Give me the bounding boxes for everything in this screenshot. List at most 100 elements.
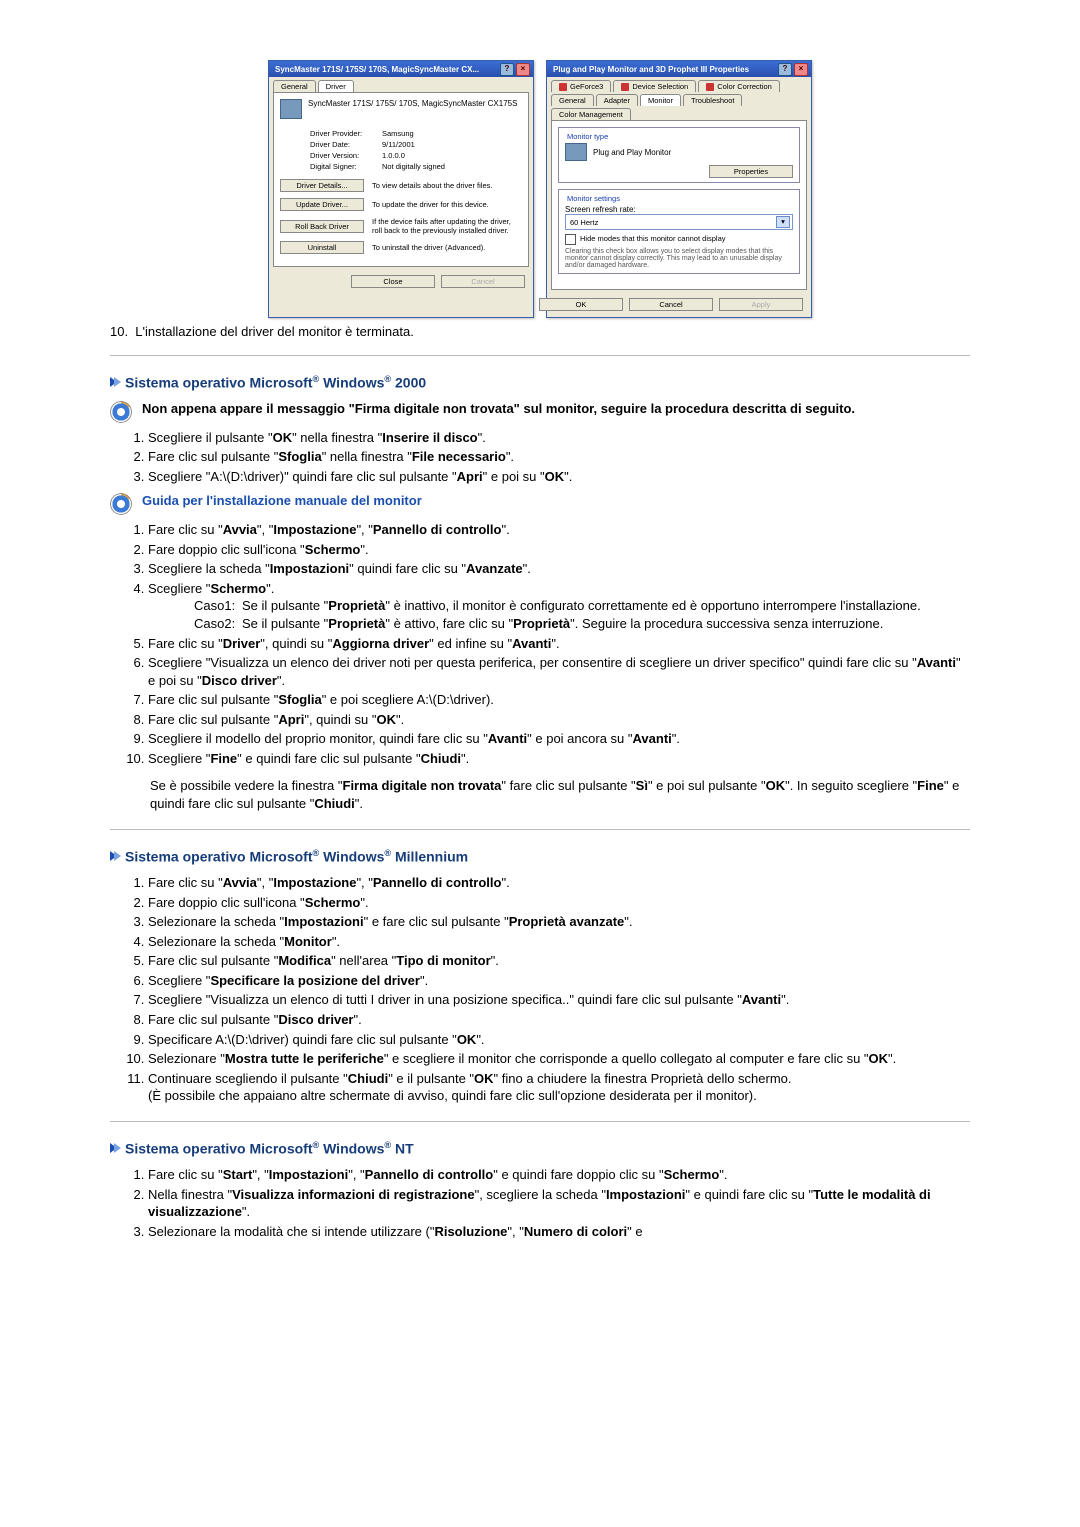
update-driver-button[interactable]: Update Driver... bbox=[280, 198, 364, 211]
step-item: Selezionare la modalità che si intende u… bbox=[148, 1223, 970, 1241]
gear-icon bbox=[110, 493, 132, 515]
double-arrow-icon bbox=[110, 1143, 117, 1153]
tab-monitor[interactable]: Monitor bbox=[640, 94, 681, 106]
help-icon[interactable]: ? bbox=[778, 63, 792, 76]
nvidia-icon bbox=[559, 83, 567, 91]
double-arrow-icon bbox=[110, 851, 117, 861]
step-item: Fare clic su "Driver", quindi su "Aggior… bbox=[148, 635, 970, 653]
group-legend: Monitor type bbox=[565, 132, 610, 141]
monitor-name: Plug and Play Monitor bbox=[593, 148, 671, 157]
hide-modes-note: Clearing this check box allows you to se… bbox=[565, 248, 793, 269]
nvidia-icon bbox=[706, 83, 714, 91]
case-label: Caso1: bbox=[194, 597, 242, 615]
step-item: Fare clic sul pulsante "Apri", quindi su… bbox=[148, 711, 970, 729]
step-10-line: 10. L'installazione del driver del monit… bbox=[110, 324, 970, 339]
properties-button[interactable]: Properties bbox=[709, 165, 793, 178]
tab-device-selection[interactable]: Device Selection bbox=[613, 80, 696, 92]
step-item: Scegliere "Schermo". Caso1:Se il pulsant… bbox=[148, 580, 970, 633]
tab-troubleshoot[interactable]: Troubleshoot bbox=[683, 94, 743, 106]
step-item: Scegliere il modello del proprio monitor… bbox=[148, 730, 970, 748]
divider bbox=[110, 829, 970, 830]
steps-nt: Fare clic su "Start", "Impostazioni", "P… bbox=[126, 1166, 970, 1240]
section-heading-nt: Sistema operativo Microsoft® Windows® NT bbox=[110, 1140, 970, 1157]
screenshot-row: SyncMaster 171S/ 175S/ 170S, MagicSyncMa… bbox=[110, 60, 970, 318]
guide-heading-2000: Guida per l'installazione manuale del mo… bbox=[110, 493, 970, 515]
gear-icon bbox=[110, 401, 132, 423]
step-item: Scegliere il pulsante "OK" nella finestr… bbox=[148, 429, 970, 447]
action-desc: To view details about the driver files. bbox=[372, 181, 522, 190]
section-heading-2000: Sistema operativo Microsoft® Windows® 20… bbox=[110, 374, 970, 391]
cancel-button[interactable]: Cancel bbox=[629, 298, 713, 311]
uninstall-button[interactable]: Uninstall bbox=[280, 241, 364, 254]
kv-value: Not digitally signed bbox=[382, 162, 445, 171]
hide-modes-checkbox[interactable]: Hide modes that this monitor cannot disp… bbox=[565, 234, 793, 245]
close-icon[interactable]: × bbox=[794, 63, 808, 76]
tab-general[interactable]: General bbox=[273, 80, 316, 92]
note-2000: Se è possibile vedere la finestra "Firma… bbox=[150, 777, 970, 812]
steps-2000a: Scegliere il pulsante "OK" nella finestr… bbox=[126, 429, 970, 486]
close-icon[interactable]: × bbox=[516, 63, 530, 76]
step-item: Fare clic sul pulsante "Modifica" nell'a… bbox=[148, 952, 970, 970]
kv-value: Samsung bbox=[382, 129, 414, 138]
device-name: SyncMaster 171S/ 175S/ 170S, MagicSyncMa… bbox=[308, 99, 517, 119]
step-item: Scegliere "Visualizza un elenco dei driv… bbox=[148, 654, 970, 689]
tab-driver[interactable]: Driver bbox=[318, 80, 354, 92]
chevron-down-icon: ▾ bbox=[776, 216, 790, 228]
driver-dialog-tabs: General Driver bbox=[269, 77, 533, 92]
steps-2000b: Fare clic su "Avvia", "Impostazione", "P… bbox=[126, 521, 970, 767]
divider bbox=[110, 1121, 970, 1122]
step-item: Specificare A:\(D:\driver) quindi fare c… bbox=[148, 1031, 970, 1049]
divider bbox=[110, 355, 970, 356]
tab-geforce3[interactable]: GeForce3 bbox=[551, 80, 611, 92]
step-item: Scegliere "Visualizza un elenco di tutti… bbox=[148, 991, 970, 1009]
step-item: Selezionare la scheda "Monitor". bbox=[148, 933, 970, 951]
double-arrow-icon bbox=[110, 377, 117, 387]
kv-value: 9/11/2001 bbox=[382, 140, 415, 149]
rollback-driver-button[interactable]: Roll Back Driver bbox=[280, 220, 364, 233]
driver-dialog-title: SyncMaster 171S/ 175S/ 170S, MagicSyncMa… bbox=[275, 65, 479, 74]
monitor-icon bbox=[280, 99, 302, 119]
help-icon[interactable]: ? bbox=[500, 63, 514, 76]
action-desc: To update the driver for this device. bbox=[372, 200, 522, 209]
kv-label: Driver Provider: bbox=[310, 129, 382, 138]
monitor-type-group: Monitor type Plug and Play Monitor Prope… bbox=[558, 127, 800, 183]
step-item: Fare doppio clic sull'icona "Schermo". bbox=[148, 541, 970, 559]
close-button[interactable]: Close bbox=[351, 275, 435, 288]
page-root: SyncMaster 171S/ 175S/ 170S, MagicSyncMa… bbox=[0, 0, 1080, 1289]
step-item: Selezionare la scheda "Impostazioni" e f… bbox=[148, 913, 970, 931]
monitor-properties-dialog: Plug and Play Monitor and 3D Prophet III… bbox=[546, 60, 812, 318]
step-item: Fare clic su "Avvia", "Impostazione", "P… bbox=[148, 521, 970, 539]
tab-adapter[interactable]: Adapter bbox=[596, 94, 638, 106]
tab-general2[interactable]: General bbox=[551, 94, 594, 106]
tab-color-correction[interactable]: Color Correction bbox=[698, 80, 780, 92]
kv-label: Digital Signer: bbox=[310, 162, 382, 171]
lead-text: Non appena appare il messaggio "Firma di… bbox=[142, 401, 855, 416]
refresh-rate-select[interactable]: 60 Hertz ▾ bbox=[565, 214, 793, 230]
step-item: Fare clic sul pulsante "Sfoglia" nella f… bbox=[148, 448, 970, 466]
monitor-dialog-title: Plug and Play Monitor and 3D Prophet III… bbox=[553, 65, 749, 74]
kv-value: 1.0.0.0 bbox=[382, 151, 405, 160]
apply-button: Apply bbox=[719, 298, 803, 311]
step-item: Fare doppio clic sull'icona "Schermo". bbox=[148, 894, 970, 912]
step-item: Scegliere la scheda "Impostazioni" quind… bbox=[148, 560, 970, 578]
nvidia-icon bbox=[621, 83, 629, 91]
action-desc: If the device fails after updating the d… bbox=[372, 217, 522, 235]
steps-me: Fare clic su "Avvia", "Impostazione", "P… bbox=[126, 874, 970, 1105]
driver-dialog: SyncMaster 171S/ 175S/ 170S, MagicSyncMa… bbox=[268, 60, 534, 318]
guide-text: Guida per l'installazione manuale del mo… bbox=[142, 493, 422, 508]
driver-dialog-titlebar: SyncMaster 171S/ 175S/ 170S, MagicSyncMa… bbox=[269, 61, 533, 77]
hide-modes-label: Hide modes that this monitor cannot disp… bbox=[580, 234, 726, 243]
monitor-dialog-titlebar: Plug and Play Monitor and 3D Prophet III… bbox=[547, 61, 811, 77]
driver-details-button[interactable]: Driver Details... bbox=[280, 179, 364, 192]
action-desc: To uninstall the driver (Advanced). bbox=[372, 243, 522, 252]
case-label: Caso2: bbox=[194, 615, 242, 633]
refresh-label: Screen refresh rate: bbox=[565, 205, 793, 214]
refresh-value: 60 Hertz bbox=[570, 218, 598, 227]
step-item: Selezionare "Mostra tutte le periferiche… bbox=[148, 1050, 970, 1068]
step-item: Scegliere "Fine" e quindi fare clic sul … bbox=[148, 750, 970, 768]
ok-button[interactable]: OK bbox=[539, 298, 623, 311]
monitor-icon bbox=[565, 143, 587, 161]
cancel-button: Cancel bbox=[441, 275, 525, 288]
tab-color-mgmt[interactable]: Color Management bbox=[551, 108, 631, 120]
step-item: Fare clic su "Start", "Impostazioni", "P… bbox=[148, 1166, 970, 1184]
